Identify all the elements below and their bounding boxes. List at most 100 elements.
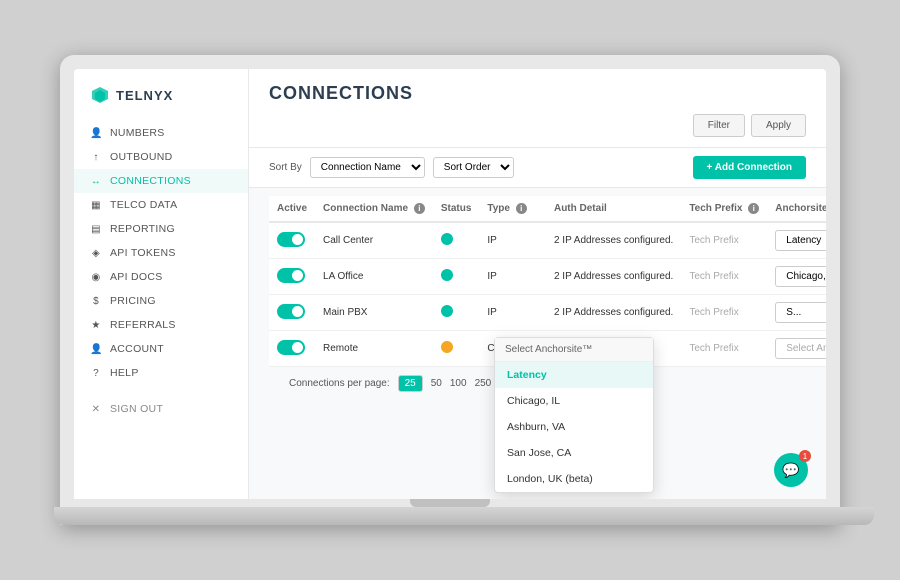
nav-outbound[interactable]: ↑ OUTBOUND: [74, 145, 248, 169]
row-active: [269, 222, 315, 259]
row-anchorsite: S...: [767, 295, 826, 331]
dropdown-item-ashburn[interactable]: Ashburn, VA: [495, 414, 653, 440]
dropdown-item-latency[interactable]: Latency: [495, 362, 653, 388]
row-active: [269, 331, 315, 367]
row-anchorsite: Chicago, IL: [767, 259, 826, 295]
page-size-25[interactable]: 25: [398, 375, 423, 392]
row-tech: Tech Prefix: [681, 331, 767, 367]
apply-button[interactable]: Apply: [751, 114, 806, 137]
filter-button[interactable]: Filter: [693, 114, 745, 137]
row-status: [433, 259, 480, 295]
status-ok-icon: [441, 305, 453, 317]
referrals-icon: ★: [90, 320, 102, 331]
nav-connections[interactable]: ↔ CONNECTIONS: [74, 169, 248, 193]
page-title: CONNECTIONS: [269, 83, 806, 104]
account-icon: 👤: [90, 344, 102, 355]
anchorsite-select-la-office[interactable]: Chicago, IL: [775, 266, 826, 287]
telnyx-logo-icon: [90, 85, 110, 105]
anchorsite-dropdown: Select Anchorsite™ Latency Chicago, IL A…: [494, 337, 654, 493]
nav-signout[interactable]: ✕ SIGN OUT: [74, 397, 248, 421]
api-tokens-icon: ◈: [90, 248, 102, 259]
main-content: CONNECTIONS Filter Apply Sort By Connect…: [249, 69, 826, 499]
toggle-remote[interactable]: [277, 340, 305, 355]
page-size-250[interactable]: 250: [475, 378, 492, 389]
nav-account[interactable]: 👤 ACCOUNT: [74, 337, 248, 361]
nav-pricing[interactable]: $ PRICING: [74, 289, 248, 313]
col-tech: Tech Prefix i: [681, 196, 767, 222]
row-anchorsite: Select Anchorsite™: [767, 331, 826, 367]
chat-icon: 💬: [782, 462, 799, 479]
status-warn-icon: [441, 341, 453, 353]
toggle-main-pbx[interactable]: [277, 304, 305, 319]
row-name: Remote: [315, 331, 433, 367]
nav-help[interactable]: ? HELP: [74, 361, 248, 385]
row-status: [433, 295, 480, 331]
help-icon: ?: [90, 368, 102, 379]
toggle-call-center[interactable]: [277, 232, 305, 247]
table-row: Main PBX IP 2 IP Addresses configured. T…: [269, 295, 826, 331]
outbound-icon: ↑: [90, 152, 102, 163]
nav-telco-data[interactable]: ▦ TELCO DATA: [74, 193, 248, 217]
row-tech: Tech Prefix: [681, 222, 767, 259]
row-active: [269, 259, 315, 295]
row-active: [269, 295, 315, 331]
row-name: LA Office: [315, 259, 433, 295]
signout-icon: ✕: [90, 404, 102, 415]
col-status: Status: [433, 196, 480, 222]
dropdown-item-london[interactable]: London, UK (beta): [495, 466, 653, 492]
row-auth: 2 IP Addresses configured.: [546, 295, 681, 331]
numbers-icon: 👤: [90, 128, 102, 139]
row-name: Main PBX: [315, 295, 433, 331]
sidebar: TELNYX 👤 NUMBERS ↑ OUTBOUND ↔ CONNECTION…: [74, 69, 249, 499]
add-connection-button[interactable]: + Add Connection: [693, 156, 806, 179]
dropdown-item-chicago[interactable]: Chicago, IL: [495, 388, 653, 414]
row-type: IP: [479, 259, 546, 295]
table-row: LA Office IP 2 IP Addresses configured. …: [269, 259, 826, 295]
chat-button[interactable]: 💬 1: [774, 453, 808, 487]
logo: TELNYX: [74, 85, 248, 121]
row-auth: 2 IP Addresses configured.: [546, 222, 681, 259]
row-tech: Tech Prefix: [681, 295, 767, 331]
anchorsite-select-call-center[interactable]: Latency: [775, 230, 826, 251]
type-info-icon[interactable]: i: [516, 203, 527, 214]
anchorsite-select-main-pbx[interactable]: S...: [775, 302, 826, 323]
row-status: [433, 331, 480, 367]
col-active: Active: [269, 196, 315, 222]
table-row: Call Center IP 2 IP Addresses configured…: [269, 222, 826, 259]
dropdown-item-san-jose[interactable]: San Jose, CA: [495, 440, 653, 466]
row-type: IP: [479, 295, 546, 331]
logo-text: TELNYX: [116, 88, 173, 103]
row-auth: 2 IP Addresses configured.: [546, 259, 681, 295]
row-name: Call Center: [315, 222, 433, 259]
chat-badge: 1: [799, 450, 811, 462]
toolbar: Sort By Connection Name Sort Order + Add…: [249, 148, 826, 188]
connections-icon: ↔: [90, 176, 102, 187]
row-anchorsite: Latency: [767, 222, 826, 259]
sort-by-label: Sort By: [269, 162, 302, 173]
page-size-100[interactable]: 100: [450, 378, 467, 389]
telco-icon: ▦: [90, 200, 102, 211]
tech-prefix-info-icon[interactable]: i: [748, 203, 759, 214]
api-docs-icon: ◉: [90, 272, 102, 283]
nav-reporting[interactable]: ▤ REPORTING: [74, 217, 248, 241]
anchorsite-select-remote[interactable]: Select Anchorsite™: [775, 338, 826, 359]
nav-api-docs[interactable]: ◉ API DOCS: [74, 265, 248, 289]
col-type: Type i: [479, 196, 546, 222]
pricing-icon: $: [90, 296, 102, 307]
toggle-la-office[interactable]: [277, 268, 305, 283]
sort-by-select[interactable]: Connection Name: [310, 157, 425, 178]
sort-controls: Sort By Connection Name Sort Order: [269, 157, 514, 178]
nav-api-tokens[interactable]: ◈ API TOKENS: [74, 241, 248, 265]
pagination-label: Connections per page:: [289, 378, 390, 389]
dropdown-header: Select Anchorsite™: [495, 338, 653, 362]
status-ok-icon: [441, 233, 453, 245]
col-auth: Auth Detail: [546, 196, 681, 222]
page-header: CONNECTIONS Filter Apply: [249, 69, 826, 148]
connection-name-info-icon[interactable]: i: [414, 203, 425, 214]
col-anchorsite: Anchorsite™: [767, 196, 826, 222]
sort-order-select[interactable]: Sort Order: [433, 157, 514, 178]
page-size-50[interactable]: 50: [431, 378, 442, 389]
nav-numbers[interactable]: 👤 NUMBERS: [74, 121, 248, 145]
row-status: [433, 222, 480, 259]
nav-referrals[interactable]: ★ REFERRALS: [74, 313, 248, 337]
